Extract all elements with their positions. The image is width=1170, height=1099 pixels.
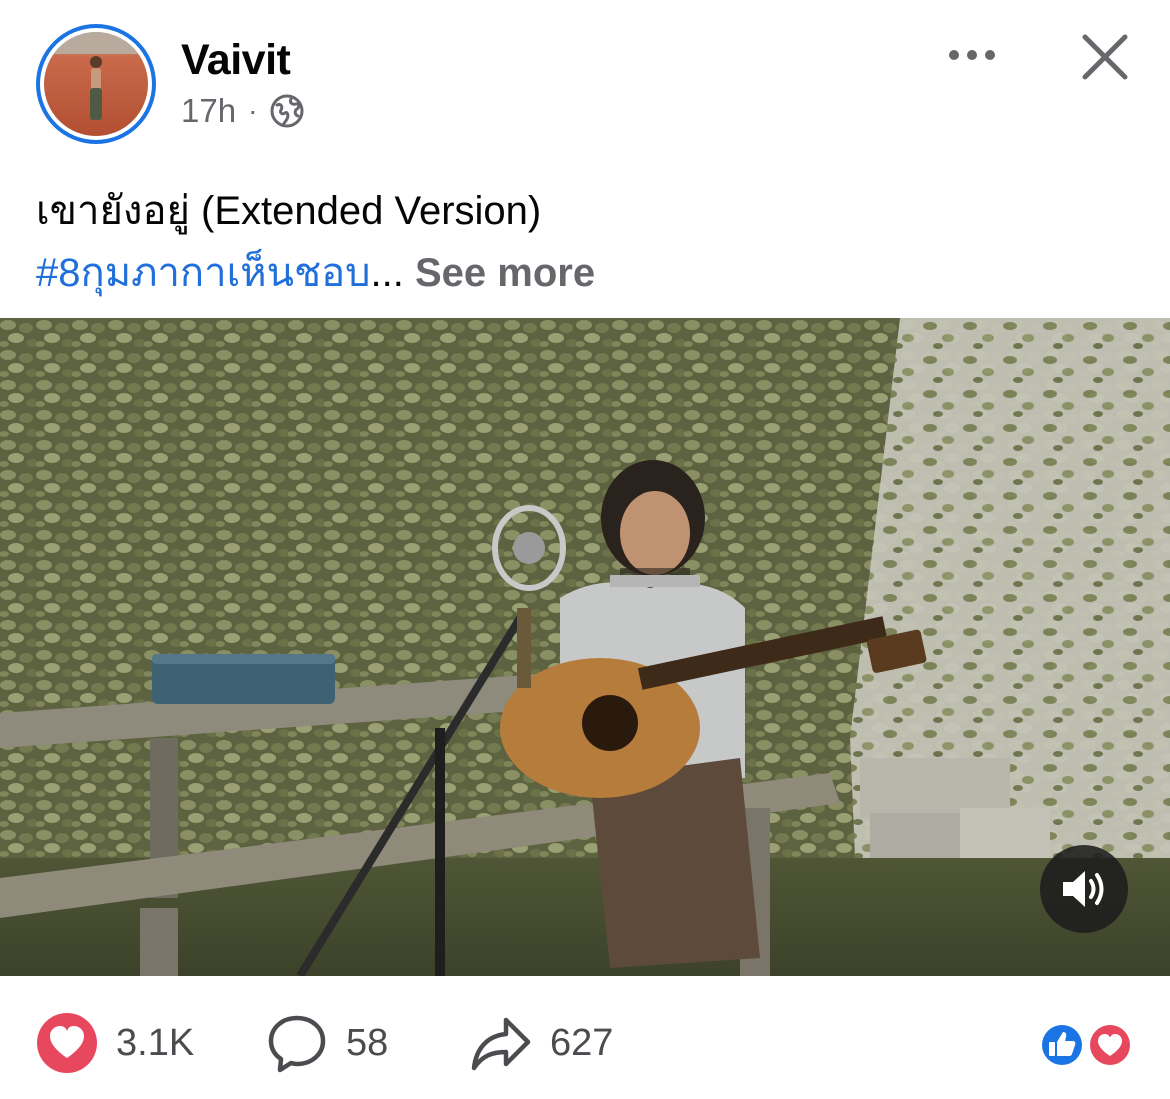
share-icon [471, 1017, 531, 1071]
heart-reaction-icon [37, 1013, 97, 1073]
reaction-count: 3.1K [116, 1021, 195, 1064]
globe-icon [269, 93, 305, 129]
close-button[interactable] [1074, 26, 1136, 88]
post-meta: 17h · [181, 92, 305, 130]
post-caption: เขายังอยู่ (Extended Version) [36, 189, 542, 233]
post-actions: 3.1K 58 627 [0, 1000, 1170, 1090]
speaker-icon [1063, 871, 1104, 907]
video-player[interactable] [0, 318, 1170, 976]
reaction-button[interactable]: 3.1K [36, 1012, 194, 1074]
sound-toggle-button[interactable] [1040, 845, 1128, 933]
caption-ellipsis: ... [370, 251, 404, 295]
share-count: 627 [550, 1021, 614, 1064]
close-icon [1082, 34, 1128, 80]
reaction-summary[interactable] [1036, 1020, 1136, 1070]
post-card: Vaivit 17h · เขายังอยู่ (Extended Versio… [0, 0, 1170, 1099]
author-name[interactable]: Vaivit [181, 36, 291, 85]
comment-button[interactable]: 58 [266, 1012, 388, 1074]
like-reaction-icon [1039, 1022, 1085, 1068]
avatar[interactable] [36, 24, 156, 144]
hashtag-link[interactable]: #8กุมภากาเห็นชอบ [36, 251, 371, 295]
video-frame [0, 318, 1170, 976]
meta-separator: · [248, 95, 258, 126]
comment-icon [268, 1015, 326, 1073]
heart-reaction-small-icon [1087, 1022, 1133, 1068]
caption-second-line: #8กุมภากาเห็นชอบ... See more [36, 240, 595, 304]
post-time[interactable]: 17h [181, 92, 236, 130]
more-options-button[interactable] [940, 30, 1004, 80]
avatar-border [40, 28, 152, 140]
see-more-link[interactable]: See more [415, 251, 595, 295]
share-button[interactable]: 627 [470, 1012, 613, 1074]
more-horizontal-icon [949, 50, 995, 60]
avatar-image [44, 32, 148, 136]
comment-count: 58 [346, 1021, 389, 1064]
